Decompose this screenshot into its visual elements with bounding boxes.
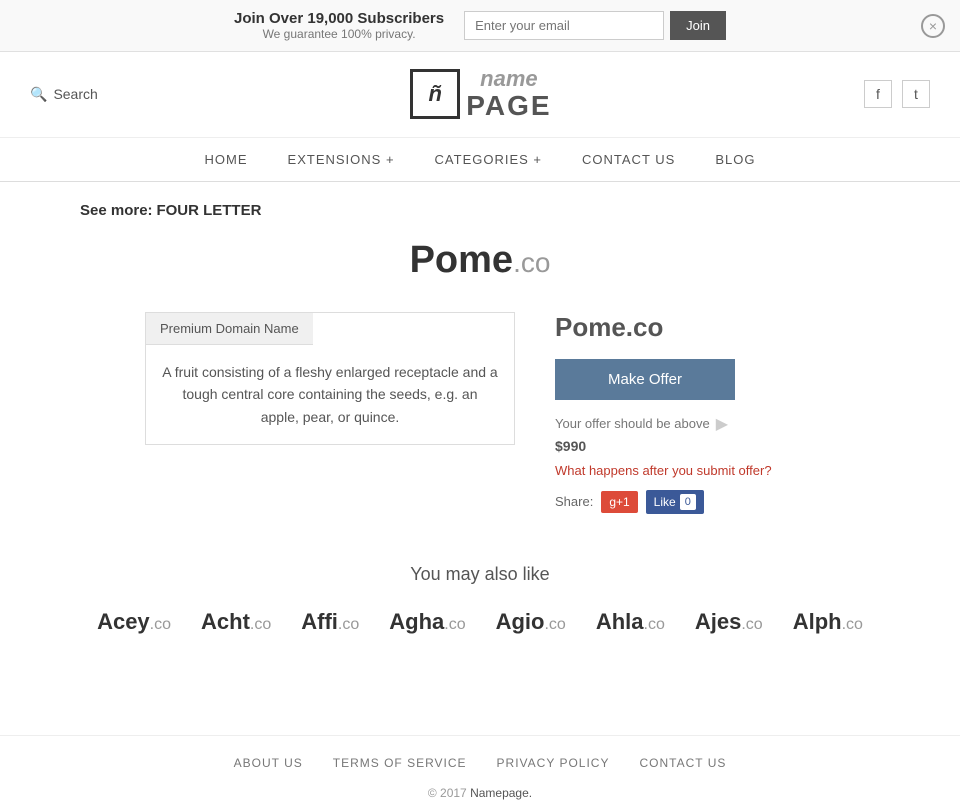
list-item[interactable]: Affi.co — [301, 609, 359, 635]
facebook-like-button[interactable]: Like 0 — [646, 490, 704, 514]
share-row: Share: g+1 Like 0 — [555, 490, 815, 514]
domain-title: Pome.co — [80, 239, 880, 282]
nav-categories[interactable]: CATEGORIES + — [435, 152, 542, 167]
gplus-button[interactable]: g+1 — [601, 491, 637, 513]
header: 🔍 Search ñ name PAGE f t — [0, 52, 960, 138]
main-nav: HOME EXTENSIONS + CATEGORIES + CONTACT U… — [0, 138, 960, 182]
offer-panel: Pome.co Make Offer Your offer should be … — [555, 312, 815, 514]
list-item[interactable]: Agio.co — [496, 609, 566, 635]
list-item[interactable]: Agha.co — [389, 609, 465, 635]
also-like-section: You may also like Acey.co Acht.co Affi.c… — [80, 564, 880, 635]
logo-text: name PAGE — [466, 67, 551, 122]
list-item[interactable]: Alph.co — [793, 609, 863, 635]
offer-arrow-icon: ▶ — [716, 414, 728, 434]
join-button[interactable]: Join — [670, 11, 726, 40]
logo-name: name — [466, 67, 551, 91]
logo-icon-box: ñ — [410, 69, 460, 119]
see-more: See more: FOUR LETTER — [80, 202, 880, 219]
banner-subtext: We guarantee 100% privacy. — [234, 27, 444, 41]
list-item[interactable]: Acey.co — [97, 609, 171, 635]
nav-blog[interactable]: BLOG — [715, 152, 755, 167]
offer-info: Your offer should be above ▶ — [555, 414, 815, 434]
footer-about[interactable]: ABOUT US — [234, 756, 303, 770]
see-more-prefix: See more: — [80, 202, 153, 219]
footer-copyright: © 2017 Namepage. — [0, 786, 960, 800]
description-body: A fruit consisting of a fleshy enlarged … — [146, 345, 514, 444]
offer-domain-name: Pome.co — [555, 312, 815, 343]
banner-text: Join Over 19,000 Subscribers We guarante… — [234, 10, 444, 41]
domain-info-grid: Premium Domain Name A fruit consisting o… — [80, 312, 880, 514]
domain-name-main: Pome — [410, 239, 513, 281]
twitter-icon[interactable]: t — [902, 80, 930, 108]
list-item[interactable]: Ajes.co — [695, 609, 763, 635]
description-header: Premium Domain Name — [146, 313, 313, 345]
top-banner: Join Over 19,000 Subscribers We guarante… — [0, 0, 960, 52]
close-banner-button[interactable]: × — [921, 14, 945, 38]
list-item[interactable]: Acht.co — [201, 609, 271, 635]
search-label: Search — [53, 86, 97, 102]
see-more-link[interactable]: FOUR LETTER — [156, 202, 261, 219]
main-content: See more: FOUR LETTER Pome.co Premium Do… — [0, 182, 960, 675]
offer-faq-link[interactable]: What happens after you submit offer? — [555, 463, 772, 478]
logo[interactable]: ñ name PAGE — [410, 67, 551, 122]
footer-contact[interactable]: CONTACT US — [639, 756, 726, 770]
facebook-icon[interactable]: f — [864, 80, 892, 108]
search-button[interactable]: 🔍 Search — [30, 86, 98, 103]
make-offer-button[interactable]: Make Offer — [555, 359, 735, 400]
logo-page: PAGE — [466, 91, 551, 122]
footer-terms[interactable]: TERMS OF SERVICE — [333, 756, 467, 770]
social-links: f t — [864, 80, 930, 108]
list-item[interactable]: Ahla.co — [596, 609, 665, 635]
footer-brand[interactable]: Namepage. — [470, 786, 532, 800]
also-like-list: Acey.co Acht.co Affi.co Agha.co Agio.co … — [80, 609, 880, 635]
nav-extensions[interactable]: EXTENSIONS + — [288, 152, 395, 167]
offer-price: $990 — [555, 438, 815, 454]
also-like-title: You may also like — [80, 564, 880, 585]
share-label: Share: — [555, 494, 593, 509]
footer-nav: ABOUT US TERMS OF SERVICE PRIVACY POLICY… — [0, 756, 960, 770]
footer: ABOUT US TERMS OF SERVICE PRIVACY POLICY… — [0, 735, 960, 810]
domain-tld-main: .co — [513, 247, 550, 278]
fb-count: 0 — [680, 494, 696, 510]
description-box: Premium Domain Name A fruit consisting o… — [145, 312, 515, 445]
nav-home[interactable]: HOME — [205, 152, 248, 167]
search-icon: 🔍 — [30, 86, 47, 103]
banner-form: Join — [464, 11, 726, 40]
banner-headline: Join Over 19,000 Subscribers — [234, 10, 444, 27]
footer-privacy[interactable]: PRIVACY POLICY — [497, 756, 610, 770]
email-input[interactable] — [464, 11, 664, 40]
nav-contact[interactable]: CONTACT US — [582, 152, 675, 167]
logo-icon: ñ — [429, 81, 442, 107]
